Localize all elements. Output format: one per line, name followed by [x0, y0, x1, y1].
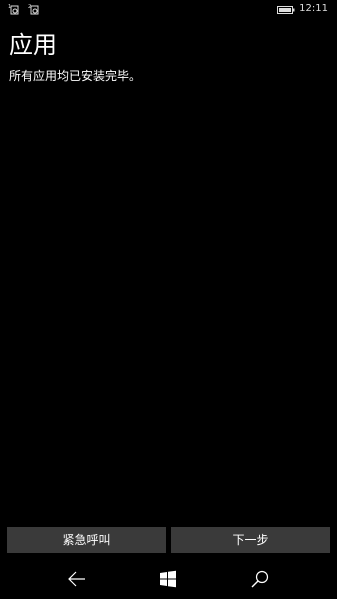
next-button[interactable]: 下一步 — [171, 527, 330, 553]
navigation-bar — [0, 560, 337, 599]
battery-full-icon — [277, 6, 295, 14]
page-subtitle: 所有应用均已安装完毕。 — [9, 69, 142, 83]
status-clock: 12:11 — [299, 3, 328, 14]
sim-1-no-signal-icon: 1 — [8, 4, 19, 15]
search-icon[interactable] — [249, 568, 271, 590]
sim-2-no-signal-icon: 2 — [28, 4, 39, 15]
emergency-call-button[interactable]: 紧急呼叫 — [7, 527, 166, 553]
windows-start-icon[interactable] — [157, 568, 179, 590]
status-bar: 1 2 12:11 — [0, 0, 337, 20]
page-title: 应用 — [9, 31, 57, 59]
back-arrow-icon[interactable] — [66, 568, 88, 590]
